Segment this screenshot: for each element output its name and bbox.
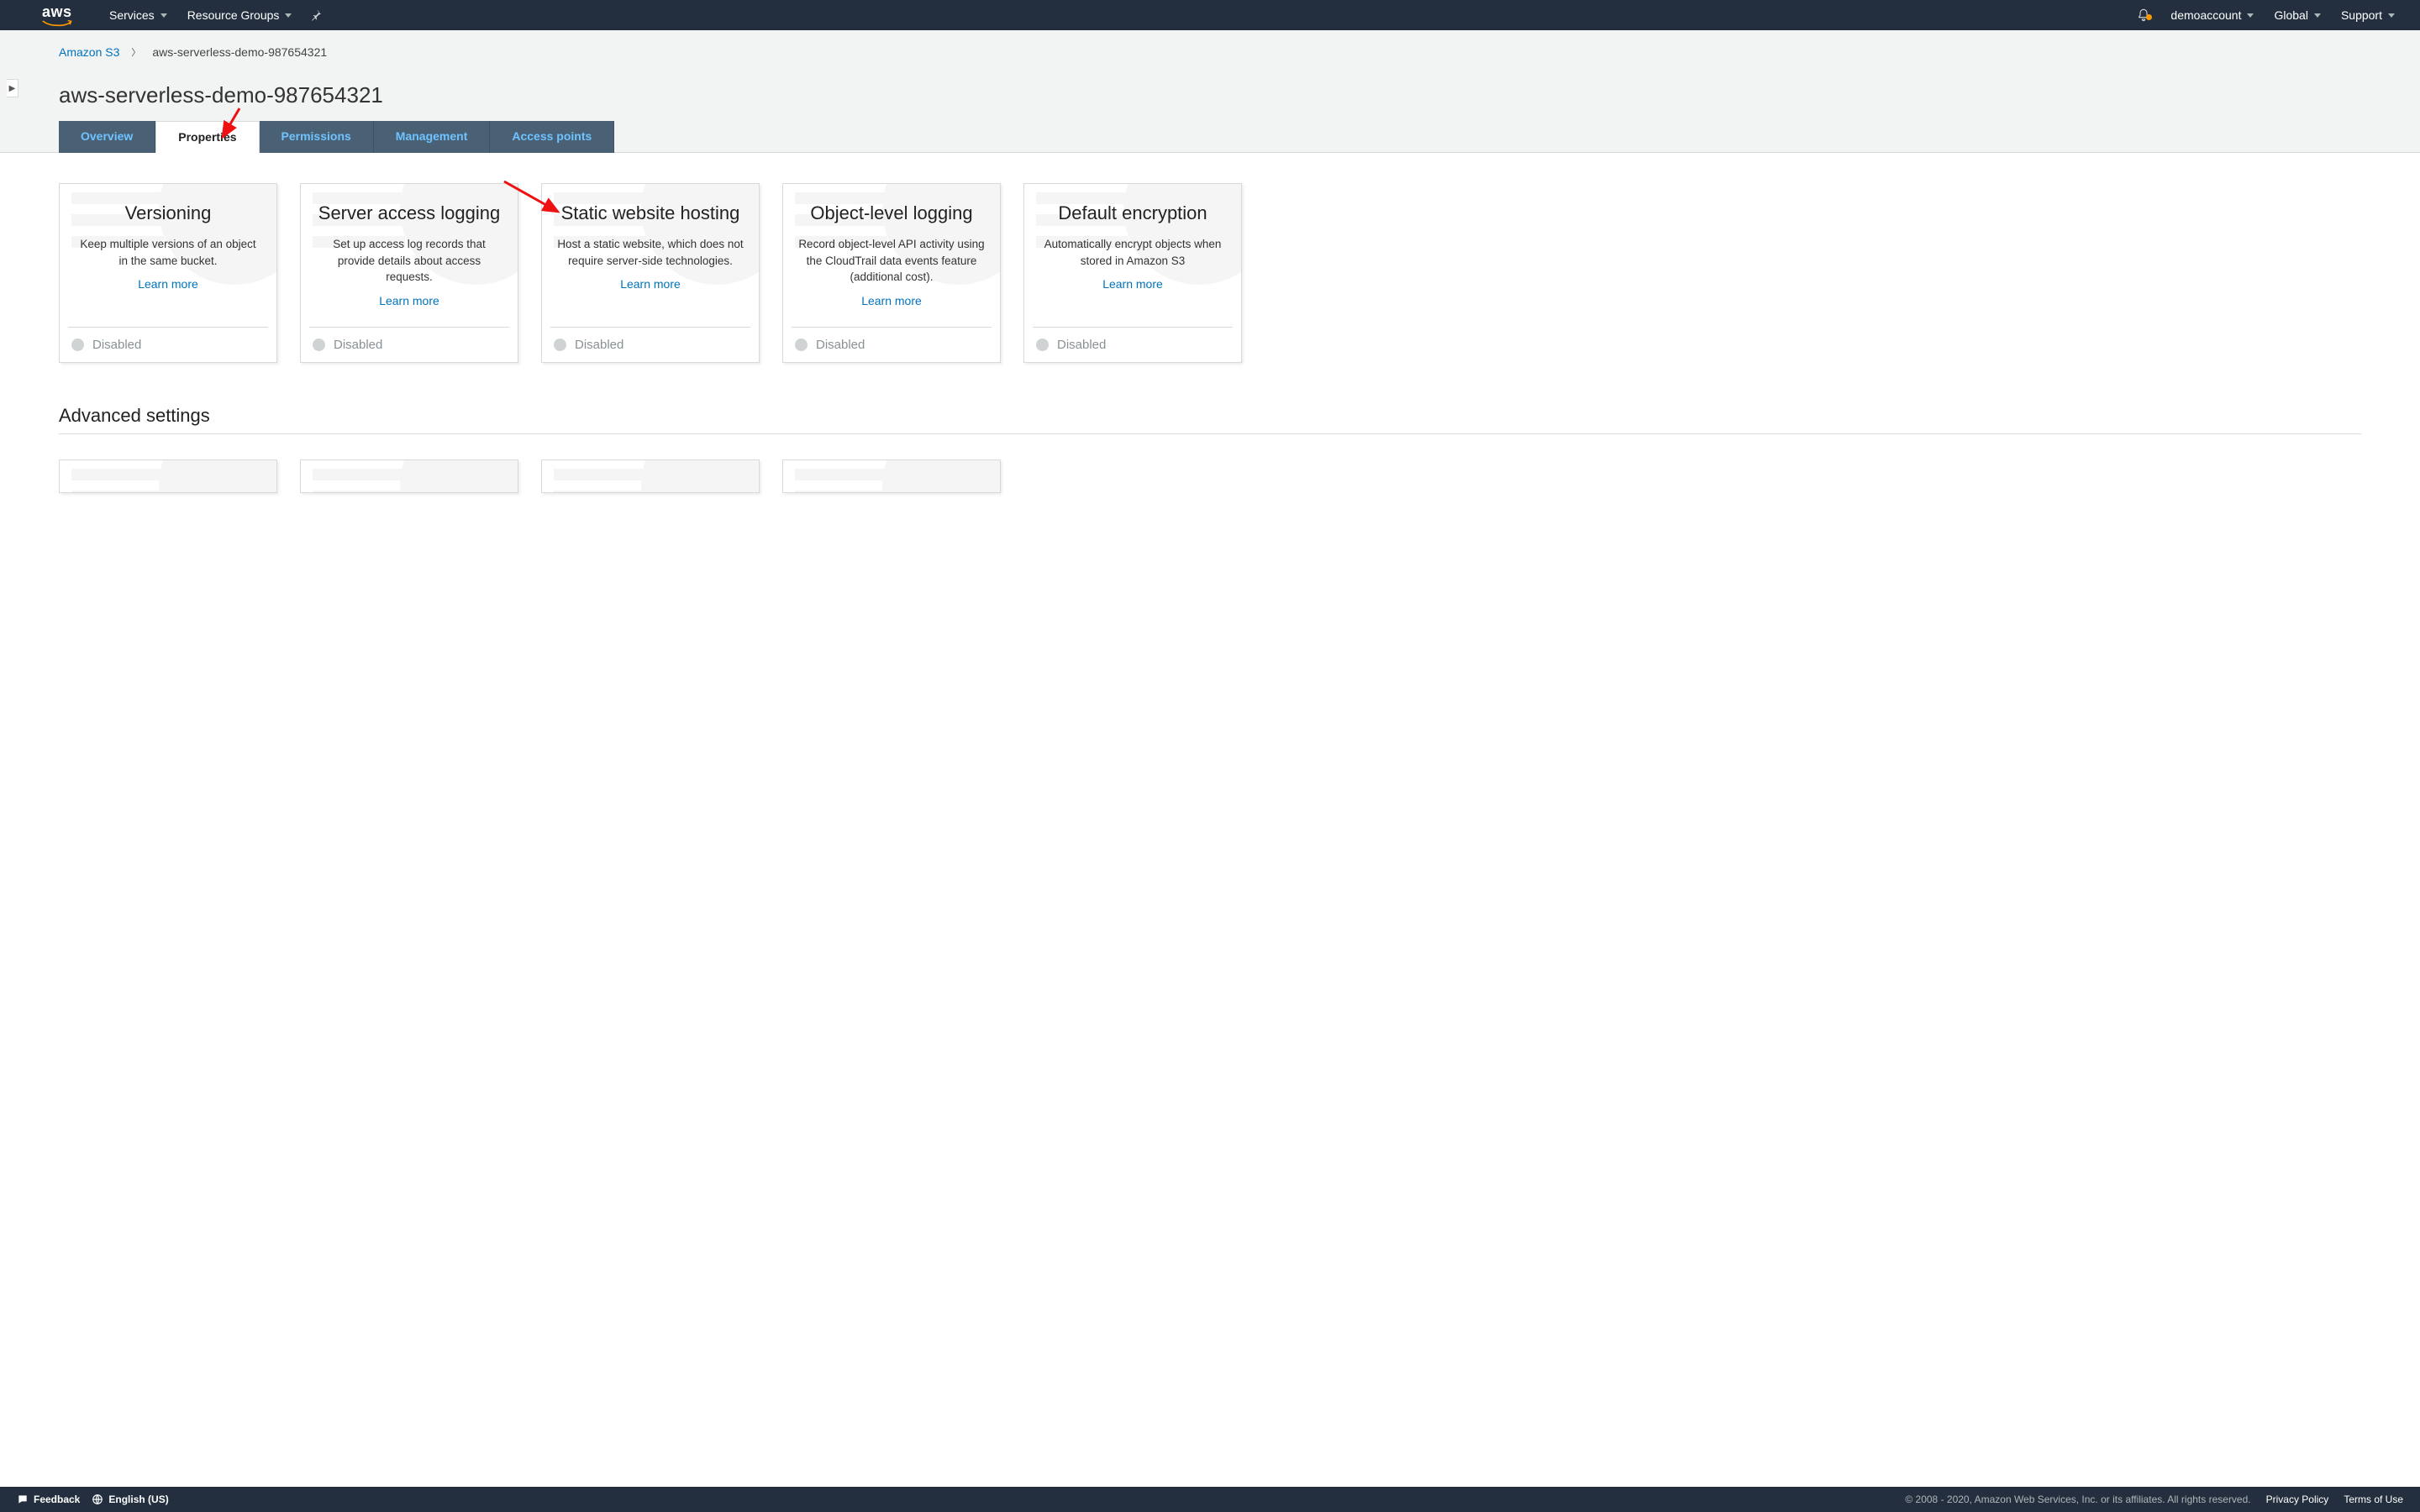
status-indicator-icon xyxy=(1036,339,1049,351)
region-label: Global xyxy=(2274,8,2307,22)
breadcrumb-root-link[interactable]: Amazon S3 xyxy=(59,45,119,59)
legal-text: © 2008 - 2020, Amazon Web Services, Inc.… xyxy=(1905,1494,2250,1505)
chat-bubble-icon xyxy=(17,1494,29,1505)
pin-shortcut-button[interactable] xyxy=(302,9,330,21)
tile-description: Automatically encrypt objects when store… xyxy=(1039,236,1226,269)
resource-groups-menu[interactable]: Resource Groups xyxy=(177,0,302,30)
status-indicator-icon xyxy=(795,339,808,351)
property-tiles: Versioning Keep multiple versions of an … xyxy=(59,183,2361,363)
properties-content: Versioning Keep multiple versions of an … xyxy=(0,153,2420,585)
aws-logo-text: aws xyxy=(42,4,72,19)
tile-title: Object-level logging xyxy=(798,202,985,224)
chevron-right-icon: ▶ xyxy=(9,84,16,93)
tile-title: Static website hosting xyxy=(557,202,744,224)
advanced-tiles xyxy=(59,459,2361,493)
learn-more-link[interactable]: Learn more xyxy=(861,294,922,307)
status-text: Disabled xyxy=(816,338,865,352)
tile-description: Host a static website, which does not re… xyxy=(557,236,744,269)
page-header: Amazon S3 〉 aws-serverless-demo-98765432… xyxy=(0,30,2420,153)
advanced-settings-title: Advanced settings xyxy=(59,405,2361,427)
tab-management[interactable]: Management xyxy=(374,121,491,153)
tab-overview[interactable]: Overview xyxy=(59,121,155,153)
bottom-bar: Feedback English (US) © 2008 - 2020, Ama… xyxy=(0,1487,2420,1512)
tab-properties[interactable]: Properties xyxy=(155,121,259,153)
status-indicator-icon xyxy=(554,339,566,351)
tile-versioning[interactable]: Versioning Keep multiple versions of an … xyxy=(59,183,277,363)
feedback-button[interactable]: Feedback xyxy=(17,1494,80,1505)
status-text: Disabled xyxy=(334,338,382,352)
resource-groups-label: Resource Groups xyxy=(187,8,280,22)
tab-access-points[interactable]: Access points xyxy=(490,121,614,153)
page-title: aws-serverless-demo-987654321 xyxy=(59,82,2420,108)
globe-icon xyxy=(92,1494,103,1505)
language-selector[interactable]: English (US) xyxy=(92,1494,168,1505)
tile-description: Keep multiple versions of an object in t… xyxy=(75,236,261,269)
tile-description: Set up access log records that provide d… xyxy=(316,236,502,286)
tile-static-website-hosting[interactable]: Static website hosting Host a static web… xyxy=(541,183,760,363)
learn-more-link[interactable]: Learn more xyxy=(620,277,681,291)
tile-server-access-logging[interactable]: Server access logging Set up access log … xyxy=(300,183,518,363)
account-menu[interactable]: demoaccount xyxy=(2160,0,2264,30)
account-label: demoaccount xyxy=(2170,8,2241,22)
chevron-down-icon xyxy=(160,13,167,18)
chevron-down-icon xyxy=(2247,13,2254,18)
side-panel-expand[interactable]: ▶ xyxy=(7,79,18,97)
breadcrumb-current: aws-serverless-demo-987654321 xyxy=(152,45,327,59)
tile-title: Versioning xyxy=(75,202,261,224)
pin-icon xyxy=(310,9,322,21)
aws-logo[interactable]: aws xyxy=(42,4,76,27)
status-text: Disabled xyxy=(1057,338,1106,352)
tile-object-level-logging[interactable]: Object-level logging Record object-level… xyxy=(782,183,1001,363)
feedback-label: Feedback xyxy=(34,1494,80,1505)
tile-advanced-3[interactable] xyxy=(541,459,760,493)
top-nav: aws Services Resource Groups demoaccount… xyxy=(0,0,2420,30)
support-label: Support xyxy=(2341,8,2382,22)
tile-title: Default encryption xyxy=(1039,202,1226,224)
tile-title: Server access logging xyxy=(316,202,502,224)
status-indicator-icon xyxy=(313,339,325,351)
terms-of-use-link[interactable]: Terms of Use xyxy=(2344,1494,2403,1505)
tile-advanced-4[interactable] xyxy=(782,459,1001,493)
tile-advanced-1[interactable] xyxy=(59,459,277,493)
learn-more-link[interactable]: Learn more xyxy=(1102,277,1163,291)
tab-bar: Overview Properties Permissions Manageme… xyxy=(59,120,2420,152)
privacy-policy-link[interactable]: Privacy Policy xyxy=(2266,1494,2329,1505)
tab-permissions[interactable]: Permissions xyxy=(260,121,374,153)
status-text: Disabled xyxy=(575,338,623,352)
services-label: Services xyxy=(109,8,155,22)
tile-description: Record object-level API activity using t… xyxy=(798,236,985,286)
tile-default-encryption[interactable]: Default encryption Automatically encrypt… xyxy=(1023,183,1242,363)
chevron-down-icon xyxy=(2388,13,2395,18)
status-indicator-icon xyxy=(71,339,84,351)
language-label: English (US) xyxy=(108,1494,168,1505)
services-menu[interactable]: Services xyxy=(99,0,177,30)
breadcrumb: Amazon S3 〉 aws-serverless-demo-98765432… xyxy=(59,45,2420,59)
tile-advanced-2[interactable] xyxy=(300,459,518,493)
section-divider xyxy=(59,433,2361,434)
notification-dot-icon xyxy=(2146,14,2152,20)
notifications-button[interactable] xyxy=(2127,8,2160,22)
chevron-down-icon xyxy=(2314,13,2321,18)
region-menu[interactable]: Global xyxy=(2264,0,2330,30)
chevron-right-icon: 〉 xyxy=(131,45,140,59)
support-menu[interactable]: Support xyxy=(2331,0,2405,30)
chevron-down-icon xyxy=(285,13,292,18)
learn-more-link[interactable]: Learn more xyxy=(138,277,198,291)
aws-smile-icon xyxy=(42,20,76,27)
status-text: Disabled xyxy=(92,338,141,352)
learn-more-link[interactable]: Learn more xyxy=(379,294,439,307)
